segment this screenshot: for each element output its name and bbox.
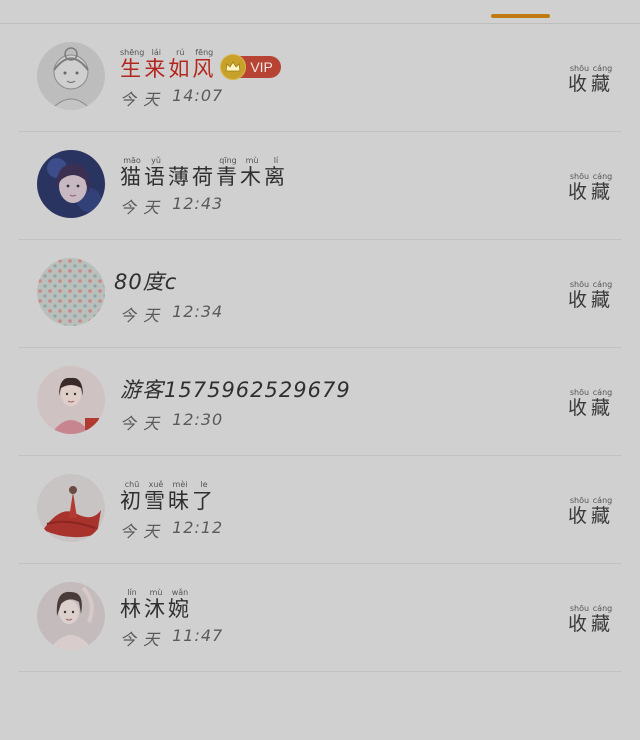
avatar[interactable] xyxy=(37,474,105,542)
visit-time: 今 天 12:12 xyxy=(120,518,223,542)
collect-button[interactable]: 收shōu藏cáng xyxy=(568,604,614,636)
collect-button[interactable]: 收shōu藏cáng xyxy=(568,280,614,312)
vip-badge: VIP xyxy=(220,54,281,80)
visit-time: 今 天 12:43 xyxy=(120,194,223,218)
crown-icon xyxy=(220,54,247,80)
visit-clock: 11:47 xyxy=(172,626,224,645)
visit-time: 今 天 11:47 xyxy=(120,626,223,650)
visit-time: 今 天 12:34 xyxy=(120,302,223,326)
collect-button[interactable]: 收shōu藏cáng xyxy=(568,172,614,204)
avatar[interactable] xyxy=(37,150,105,218)
visit-time: 今 天 12:30 xyxy=(120,410,223,434)
visit-clock: 12:34 xyxy=(172,302,224,321)
user-name[interactable]: 初chū雪xuě昧mèi了le xyxy=(120,478,216,512)
visit-clock: 14:07 xyxy=(172,86,224,105)
ancient-costume-girl-avatar-image xyxy=(37,582,105,650)
list-item[interactable]: 游客1575962529679 今 天 12:30 收shōu藏cáng xyxy=(18,348,622,456)
avatar[interactable] xyxy=(37,582,105,650)
visit-time: 今 天 14:07 xyxy=(120,86,223,110)
list-item[interactable]: 初chū雪xuě昧mèi了le 今 天 12:12 收shōu藏cáng xyxy=(18,456,622,564)
user-name[interactable]: 生shēng来lái如rú风fēng VIP xyxy=(120,46,281,80)
user-name-text: 林lín沐mù婉wǎn xyxy=(120,588,192,621)
user-name[interactable]: 猫māo语yǔ薄荷青qīng木mù离lí xyxy=(120,154,288,188)
sketch-girl-avatar-image xyxy=(37,42,105,110)
user-name[interactable]: 林lín沐mù婉wǎn xyxy=(120,586,192,620)
user-name-text: 生shēng来lái如rú风fēng xyxy=(120,48,217,81)
user-name[interactable]: 游客1575962529679 xyxy=(120,370,351,404)
visit-day: 今 天 xyxy=(120,198,161,217)
collect-button[interactable]: 收shōu藏cáng xyxy=(568,388,614,420)
list-item[interactable]: 林lín沐mù婉wǎn 今 天 11:47 收shōu藏cáng xyxy=(18,564,622,672)
user-name[interactable]: 80度c xyxy=(114,262,177,296)
visit-day: 今 天 xyxy=(120,414,161,433)
top-tab-bar xyxy=(0,0,640,24)
list-item[interactable]: 生shēng来lái如rú风fēng VIP 今 天 14:07 收shōu藏c… xyxy=(18,24,622,132)
avatar[interactable] xyxy=(37,366,105,434)
visit-day: 今 天 xyxy=(120,90,161,109)
pink-dress-girl-avatar-image xyxy=(37,366,105,434)
user-name-text: 初chū雪xuě昧mèi了le xyxy=(120,480,216,513)
active-tab-indicator xyxy=(491,14,550,18)
visit-clock: 12:30 xyxy=(172,410,224,429)
collect-button[interactable]: 收shōu藏cáng xyxy=(568,64,614,96)
red-gown-figure-avatar-image xyxy=(37,474,105,542)
collect-button[interactable]: 收shōu藏cáng xyxy=(568,496,614,528)
list-item[interactable]: 80度c 今 天 12:34 收shōu藏cáng xyxy=(18,240,622,348)
visit-day: 今 天 xyxy=(120,630,161,649)
visitor-list: 生shēng来lái如rú风fēng VIP 今 天 14:07 收shōu藏c… xyxy=(0,24,640,672)
blue-haired-girl-avatar-image xyxy=(37,150,105,218)
user-name-text: 猫māo语yǔ薄荷青qīng木mù离lí xyxy=(120,156,288,189)
visit-clock: 12:12 xyxy=(172,518,224,537)
visit-day: 今 天 xyxy=(120,306,161,325)
user-name-text: 80度c xyxy=(114,270,178,294)
user-name-text: 游客1575962529679 xyxy=(120,378,351,402)
vip-label: VIP xyxy=(250,59,273,75)
avatar[interactable] xyxy=(37,258,105,326)
visit-day: 今 天 xyxy=(120,522,161,541)
polka-dot-pattern-avatar-image xyxy=(37,258,105,326)
avatar[interactable] xyxy=(37,42,105,110)
list-item[interactable]: 猫māo语yǔ薄荷青qīng木mù离lí 今 天 12:43 收shōu藏cán… xyxy=(18,132,622,240)
visit-clock: 12:43 xyxy=(172,194,224,213)
